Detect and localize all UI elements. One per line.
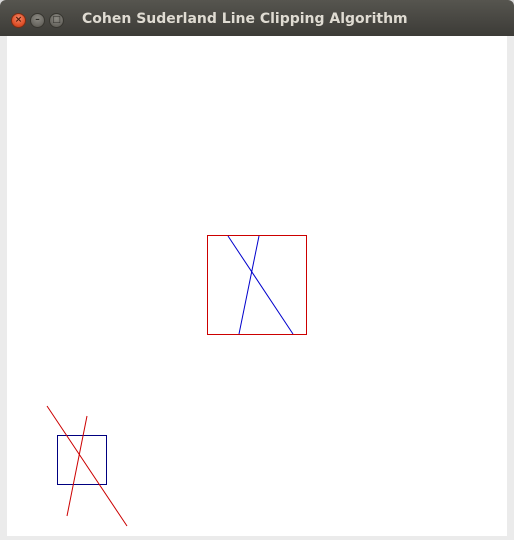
close-button[interactable]: × bbox=[11, 13, 26, 28]
maximize-button[interactable]: □ bbox=[49, 13, 64, 28]
window-frame-left bbox=[0, 36, 7, 540]
clip-window-main bbox=[207, 235, 307, 335]
clipped-line-2 bbox=[238, 235, 260, 335]
clipped-line-1 bbox=[227, 235, 294, 335]
maximize-icon: □ bbox=[52, 15, 61, 25]
app-window: × – □ Cohen Suderland Line Clipping Algo… bbox=[0, 0, 514, 540]
window-frame-right bbox=[507, 36, 514, 540]
minimize-icon: – bbox=[35, 15, 40, 25]
title-bar[interactable]: × – □ Cohen Suderland Line Clipping Algo… bbox=[0, 0, 514, 36]
window-frame-bottom bbox=[0, 536, 514, 540]
original-line-2 bbox=[66, 415, 88, 517]
minimize-button[interactable]: – bbox=[30, 13, 45, 28]
drawing-canvas[interactable] bbox=[7, 36, 507, 536]
close-icon: × bbox=[14, 15, 23, 25]
canvas-svg bbox=[46, 235, 307, 527]
window-title: Cohen Suderland Line Clipping Algorithm bbox=[82, 11, 408, 27]
original-line-1 bbox=[46, 405, 128, 527]
